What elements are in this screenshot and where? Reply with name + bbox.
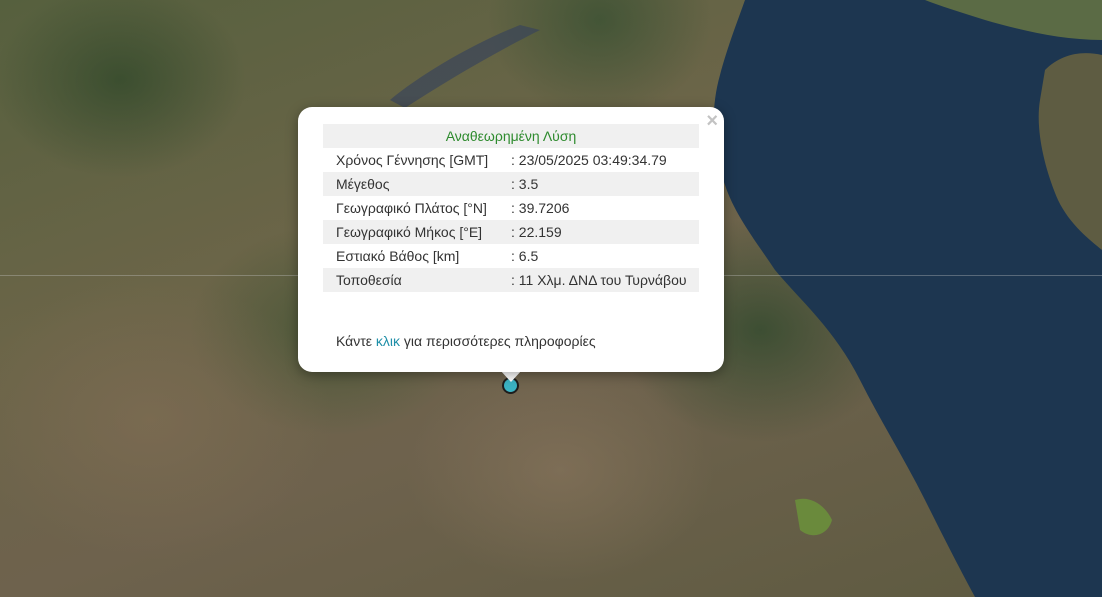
solution-status-header: Αναθεωρημένη Λύση (323, 124, 699, 148)
longitude-label: Γεωγραφικό Μήκος [°E] (323, 220, 499, 244)
magnitude-value: : 3.5 (499, 172, 699, 196)
latitude-value: : 39.7206 (511, 200, 570, 216)
depth-label: Εστιακό Βάθος [km] (336, 248, 460, 264)
location-value: : 11 Χλμ. ΔΝΔ του Τυρνάβου (499, 268, 699, 292)
more-info-prefix: Κάντε (336, 333, 376, 349)
magnitude-label: Μέγεθος (323, 172, 499, 196)
depth-value: : 6.5 (511, 248, 539, 264)
more-info-link[interactable]: κλικ (376, 333, 400, 349)
more-info-line: Κάντε κλικ για περισσότερες πληροφορίες (336, 333, 596, 349)
latitude-label: Γεωγραφικό Πλάτος [°N] (336, 200, 487, 216)
longitude-value: : 22.159 (499, 220, 699, 244)
origin-time-value: : 23/05/2025 03:49:34.79 (511, 152, 667, 168)
earthquake-details-table: Αναθεωρημένη Λύση Χρόνος Γέννησης [GMT]:… (323, 124, 699, 292)
location-label: Τοποθεσία (323, 268, 499, 292)
more-info-suffix: για περισσότερες πληροφορίες (400, 333, 596, 349)
earthquake-info-popup: × Αναθεωρημένη Λύση Χρόνος Γέννησης [GMT… (298, 107, 724, 372)
origin-time-label: Χρόνος Γέννησης [GMT] (336, 152, 489, 168)
close-icon[interactable]: × (706, 111, 718, 131)
